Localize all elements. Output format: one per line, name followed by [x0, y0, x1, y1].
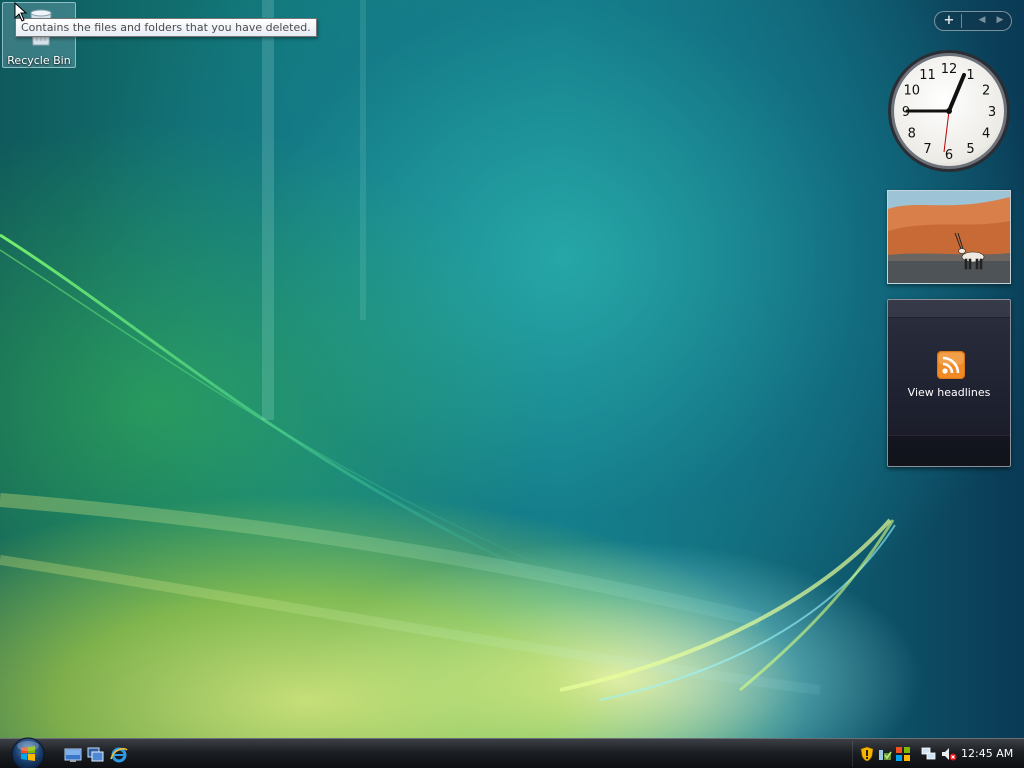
switch-windows-icon[interactable]: [87, 747, 105, 763]
internet-explorer-icon[interactable]: [110, 747, 128, 763]
gadget-footer: [888, 435, 1010, 466]
wallpaper-streaks: [0, 0, 896, 701]
clock-numeral: 1: [966, 68, 974, 83]
clock-numeral: 11: [919, 68, 936, 83]
tooltip: Contains the files and folders that you …: [15, 18, 317, 37]
view-headlines-link[interactable]: View headlines: [888, 386, 1010, 399]
clock-gadget[interactable]: 12 1234567891011: [886, 48, 1012, 174]
add-gadget-button[interactable]: +: [937, 12, 961, 30]
clock-numeral: 10: [904, 84, 921, 99]
network-safely-remove-icon[interactable]: [877, 746, 893, 762]
clock-numeral: 7: [923, 142, 931, 157]
notification-area: 12:45 AM: [852, 741, 1024, 767]
feed-headlines-gadget[interactable]: View headlines: [887, 299, 1011, 467]
clock-numeral: 6: [945, 148, 953, 163]
rss-feed-icon: [937, 351, 965, 379]
clock-numeral: 5: [966, 142, 974, 157]
show-desktop-icon[interactable]: [64, 747, 82, 763]
windows-update-icon[interactable]: [895, 746, 911, 762]
desktop[interactable]: Recycle Bin Contains the files and folde…: [0, 0, 1024, 738]
mouse-cursor-icon: [14, 2, 28, 22]
divider: [961, 14, 962, 28]
clock-numeral: 8: [908, 127, 916, 142]
windows-start-orb[interactable]: [8, 735, 48, 768]
clock-numeral: 3: [988, 105, 996, 120]
previous-page-button[interactable]: ◀: [973, 12, 991, 30]
clock-numeral: 4: [982, 127, 990, 142]
clock-numeral: 2: [982, 84, 990, 99]
sidebar-controls: + ◀ ▶: [934, 11, 1012, 31]
slide-show-gadget[interactable]: [887, 190, 1011, 284]
gadget-header: [888, 300, 1010, 318]
oryx-desert-photo: [888, 191, 1010, 283]
windows-security-alert-icon[interactable]: [859, 746, 875, 762]
desktop-icon-label: Recycle Bin: [7, 54, 71, 67]
clock-numeral: 12: [941, 62, 958, 77]
taskbar-clock[interactable]: 12:45 AM: [961, 747, 1013, 760]
taskbar: 12:45 AM: [0, 735, 1024, 768]
volume-muted-icon[interactable]: [941, 746, 957, 762]
next-page-button[interactable]: ▶: [991, 12, 1009, 30]
network-connection-icon[interactable]: [921, 746, 937, 762]
